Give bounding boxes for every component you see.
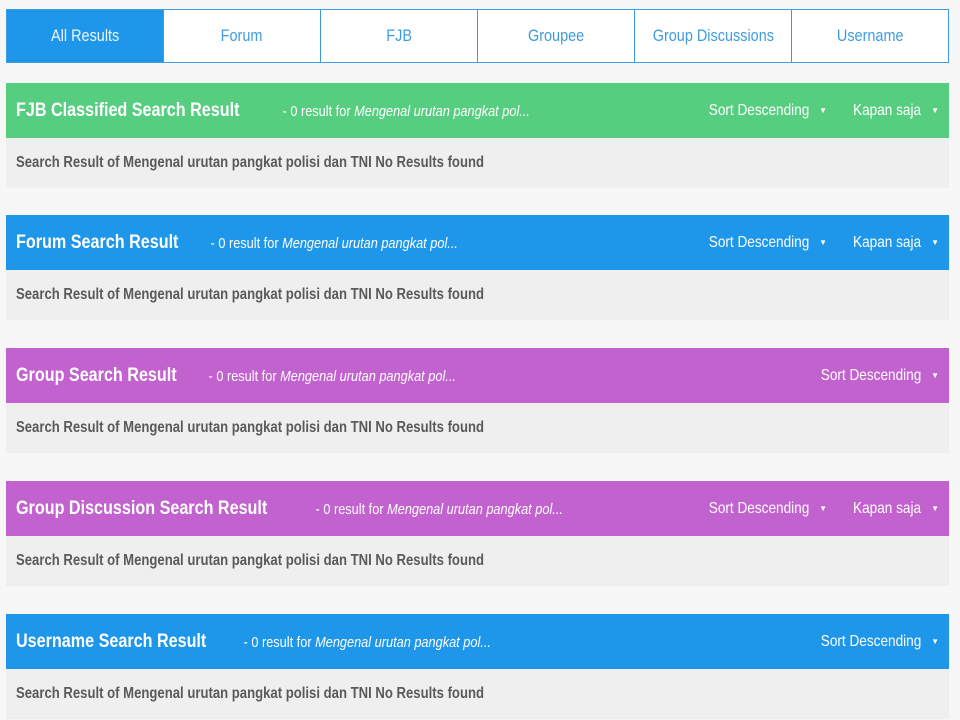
search-query: Mengenal urutan pangkat pol...	[282, 234, 459, 252]
section-body: Search Result of Mengenal urutan pangkat…	[6, 403, 949, 453]
sort-dropdown[interactable]: Sort Descending ▼	[691, 234, 827, 252]
no-results-message: Search Result of Mengenal urutan pangkat…	[16, 154, 484, 171]
section-title: FJB Classified Search Result - 0 result …	[16, 100, 574, 122]
section-name: Group Discussion Search Result	[16, 497, 268, 519]
search-tabs: All Results Forum FJB Groupee Group Disc…	[6, 9, 949, 63]
caret-down-icon: ▼	[931, 504, 939, 513]
section-title: Group Discussion Search Result - 0 resul…	[16, 498, 607, 520]
section-header: Group Search Result - 0 result for Menge…	[6, 348, 949, 403]
fjb-result-section: FJB Classified Search Result - 0 result …	[6, 83, 949, 188]
no-results-message: Search Result of Mengenal urutan pangkat…	[16, 419, 484, 436]
time-filter-dropdown[interactable]: Kapan saja ▼	[841, 234, 939, 252]
section-title: Forum Search Result - 0 result for Menge…	[16, 232, 502, 254]
tab-label: Forum	[221, 26, 263, 45]
group-result-section: Group Search Result - 0 result for Menge…	[6, 348, 949, 453]
tab-label: Group Discussions	[652, 26, 774, 45]
result-count: - 0 result for Mengenal urutan pangkat p…	[205, 367, 456, 385]
result-count: - 0 result for Mengenal urutan pangkat p…	[278, 102, 530, 120]
tab-label: FJB	[386, 26, 412, 45]
tab-forum[interactable]: Forum	[164, 10, 321, 62]
tab-label: All Results	[50, 26, 120, 45]
time-filter-dropdown[interactable]: Kapan saja ▼	[841, 102, 939, 120]
no-results-message: Search Result of Mengenal urutan pangkat…	[16, 552, 484, 569]
sort-dropdown[interactable]: Sort Descending ▼	[803, 367, 939, 385]
forum-result-section: Forum Search Result - 0 result for Menge…	[6, 215, 949, 320]
section-title: Group Search Result - 0 result for Menge…	[16, 365, 500, 387]
caret-down-icon: ▼	[819, 504, 828, 513]
section-name: FJB Classified Search Result	[16, 99, 240, 121]
tab-fjb[interactable]: FJB	[321, 10, 478, 62]
tab-group-discussions[interactable]: Group Discussions	[635, 10, 792, 62]
caret-down-icon: ▼	[931, 106, 939, 115]
section-title: Username Search Result - 0 result for Me…	[16, 631, 535, 653]
section-name: Username Search Result	[16, 630, 207, 652]
tab-username[interactable]: Username	[792, 10, 948, 62]
sort-dropdown[interactable]: Sort Descending ▼	[803, 633, 939, 651]
tab-groupee[interactable]: Groupee	[478, 10, 635, 62]
caret-down-icon: ▼	[931, 371, 939, 380]
username-result-section: Username Search Result - 0 result for Me…	[6, 614, 949, 719]
caret-down-icon: ▼	[931, 637, 939, 646]
group-discussion-result-section: Group Discussion Search Result - 0 resul…	[6, 481, 949, 586]
result-count: - 0 result for Mengenal urutan pangkat p…	[207, 234, 459, 252]
caret-down-icon: ▼	[819, 238, 828, 247]
section-body: Search Result of Mengenal urutan pangkat…	[6, 669, 949, 719]
sort-dropdown[interactable]: Sort Descending ▼	[691, 102, 827, 120]
tab-label: Username	[836, 26, 904, 45]
time-filter-dropdown[interactable]: Kapan saja ▼	[841, 500, 939, 518]
section-body: Search Result of Mengenal urutan pangkat…	[6, 536, 949, 586]
section-body: Search Result of Mengenal urutan pangkat…	[6, 138, 949, 188]
caret-down-icon: ▼	[819, 106, 828, 115]
sort-dropdown[interactable]: Sort Descending ▼	[691, 500, 827, 518]
result-count: - 0 result for Mengenal urutan pangkat p…	[311, 500, 563, 518]
section-header: Group Discussion Search Result - 0 resul…	[6, 481, 949, 536]
section-header: Forum Search Result - 0 result for Menge…	[6, 215, 949, 270]
no-results-message: Search Result of Mengenal urutan pangkat…	[16, 286, 484, 303]
section-header: Username Search Result - 0 result for Me…	[6, 614, 949, 669]
caret-down-icon: ▼	[931, 238, 939, 247]
no-results-message: Search Result of Mengenal urutan pangkat…	[16, 685, 484, 702]
search-query: Mengenal urutan pangkat pol...	[386, 500, 563, 518]
result-count: - 0 result for Mengenal urutan pangkat p…	[239, 633, 491, 651]
search-query: Mengenal urutan pangkat pol...	[314, 633, 491, 651]
section-body: Search Result of Mengenal urutan pangkat…	[6, 270, 949, 320]
tab-label: Groupee	[527, 26, 585, 45]
search-query: Mengenal urutan pangkat pol...	[354, 102, 530, 120]
section-header: FJB Classified Search Result - 0 result …	[6, 83, 949, 138]
section-name: Group Search Result	[16, 364, 177, 386]
tab-all-results[interactable]: All Results	[7, 10, 164, 62]
search-query: Mengenal urutan pangkat pol...	[280, 367, 456, 385]
section-name: Forum Search Result	[16, 231, 179, 253]
